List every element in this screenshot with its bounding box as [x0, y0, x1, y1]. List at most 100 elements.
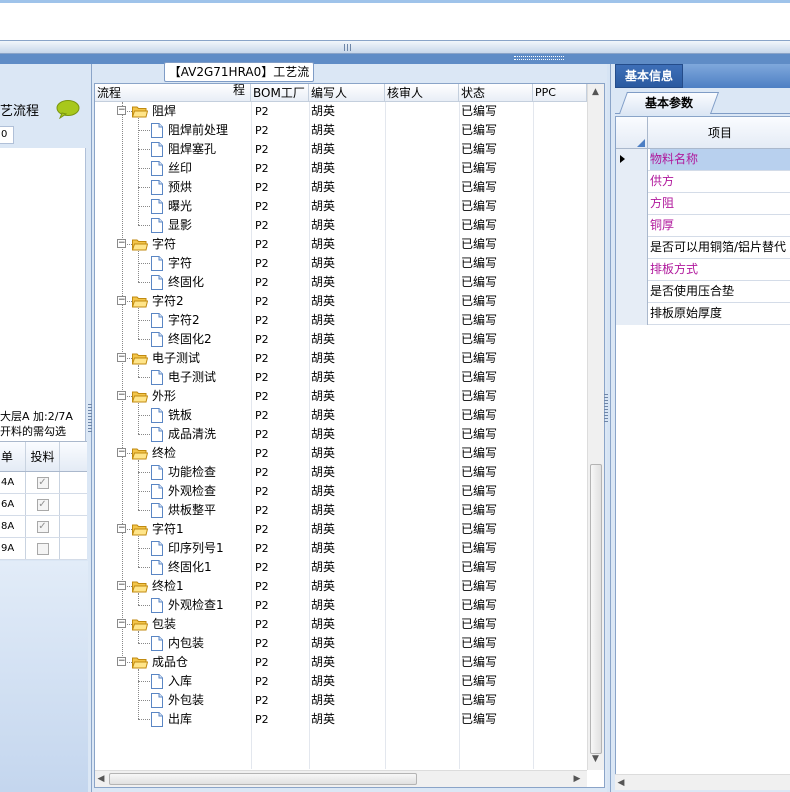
feed-row[interactable]: 9A	[0, 538, 87, 560]
collapse-icon[interactable]: −	[117, 239, 126, 248]
feed-row[interactable]: 4A ✓	[0, 472, 87, 494]
collapse-icon[interactable]: −	[117, 524, 126, 533]
row-header[interactable]	[616, 303, 648, 325]
col-header-flow[interactable]: 流程	[95, 84, 251, 102]
tree-group-row[interactable]: − 字符2 P2 胡英 已编写	[95, 292, 587, 311]
splitter-grip-icon[interactable]	[344, 44, 352, 51]
param-row[interactable]: 方阻	[616, 193, 790, 215]
row-header[interactable]	[616, 149, 648, 171]
collapse-icon[interactable]: −	[117, 296, 126, 305]
checked-checkbox[interactable]: ✓	[36, 477, 49, 489]
tree-horizontal-scrollbar[interactable]: ◀ ▶	[95, 770, 587, 787]
param-row[interactable]: 物料名称	[616, 149, 790, 171]
process-flow-tab[interactable]: 【AV2G71HRA0】工艺流程	[164, 62, 314, 97]
tree-item-row[interactable]: 预烘 P2 胡英 已编写	[95, 178, 587, 197]
scroll-right-icon[interactable]: ▶	[571, 774, 583, 784]
scroll-down-icon[interactable]: ▼	[588, 754, 603, 764]
collapse-icon[interactable]: −	[117, 353, 126, 362]
row-header[interactable]	[616, 193, 648, 215]
tab-basic-params[interactable]: 基本参数	[618, 92, 720, 114]
param-row[interactable]: 排板原始厚度	[616, 303, 790, 325]
col-header-writer[interactable]: 编写人	[309, 84, 385, 102]
tree-item-row[interactable]: 出库 P2 胡英 已编写	[95, 710, 587, 729]
param-row[interactable]: 是否可以用铜箔/铝片替代	[616, 237, 790, 259]
grid-corner[interactable]	[616, 117, 648, 149]
collapse-icon[interactable]: −	[117, 106, 126, 115]
param-row[interactable]: 铜厚	[616, 215, 790, 237]
tree-item-row[interactable]: 铣板 P2 胡英 已编写	[95, 406, 587, 425]
vertical-scroll-thumb[interactable]	[590, 464, 602, 754]
param-row[interactable]: 是否使用压合垫	[616, 281, 790, 303]
checked-checkbox[interactable]: ✓	[36, 521, 49, 533]
bom-cell: P2	[255, 694, 269, 707]
scroll-up-icon[interactable]: ▲	[588, 87, 603, 97]
checked-checkbox[interactable]: ✓	[36, 499, 49, 511]
tree-group-row[interactable]: − 字符1 P2 胡英 已编写	[95, 520, 587, 539]
tree-group-row[interactable]: − 外形 P2 胡英 已编写	[95, 387, 587, 406]
tree-group-row[interactable]: − 终检 P2 胡英 已编写	[95, 444, 587, 463]
tree-group-row[interactable]: − 电子测试 P2 胡英 已编写	[95, 349, 587, 368]
tree-group-row[interactable]: − 字符 P2 胡英 已编写	[95, 235, 587, 254]
horizontal-splitter[interactable]	[0, 40, 790, 54]
tree-item-row[interactable]: 字符2 P2 胡英 已编写	[95, 311, 587, 330]
tree-item-row[interactable]: 入库 P2 胡英 已编写	[95, 672, 587, 691]
tab-basic-info[interactable]: 基本信息	[615, 64, 683, 88]
tree-item-row[interactable]: 功能检查 P2 胡英 已编写	[95, 463, 587, 482]
row-header[interactable]	[616, 215, 648, 237]
tree-item-row[interactable]: 终固化2 P2 胡英 已编写	[95, 330, 587, 349]
tree-item-row[interactable]: 终固化1 P2 胡英 已编写	[95, 558, 587, 577]
col-header-item[interactable]: 项目	[648, 117, 790, 149]
tree-item-row[interactable]: 成品清洗 P2 胡英 已编写	[95, 425, 587, 444]
right-splitter-grip-icon[interactable]	[604, 394, 608, 424]
feed-row[interactable]: 6A ✓	[0, 494, 87, 516]
tree-item-row[interactable]: 电子测试 P2 胡英 已编写	[95, 368, 587, 387]
collapse-icon[interactable]: −	[117, 657, 126, 666]
col-header-order[interactable]: 单	[0, 442, 26, 471]
collapse-icon[interactable]: −	[117, 581, 126, 590]
tree-item-row[interactable]: 字符 P2 胡英 已编写	[95, 254, 587, 273]
col-header-ppc[interactable]: PPC	[533, 84, 587, 102]
tree-item-row[interactable]: 外包装 P2 胡英 已编写	[95, 691, 587, 710]
tree-item-row[interactable]: 显影 P2 胡英 已编写	[95, 216, 587, 235]
col-header-reviewer[interactable]: 核审人	[385, 84, 459, 102]
row-header[interactable]	[616, 281, 648, 303]
tree-item-label: 终固化2	[168, 332, 212, 346]
tree-item-row[interactable]: 内包装 P2 胡英 已编写	[95, 634, 587, 653]
tree-item-row[interactable]: 外观检查 P2 胡英 已编写	[95, 482, 587, 501]
chat-bubble-icon[interactable]	[55, 99, 81, 119]
params-horizontal-scrollbar[interactable]: ◀	[615, 774, 790, 790]
tree-item-row[interactable]: 曝光 P2 胡英 已编写	[95, 197, 587, 216]
horizontal-scroll-thumb[interactable]	[109, 773, 417, 785]
scroll-left-icon[interactable]: ◀	[95, 774, 107, 784]
params-scroll-left-icon[interactable]: ◀	[615, 778, 627, 788]
collapse-grip-icon[interactable]	[514, 56, 564, 60]
row-header[interactable]	[616, 259, 648, 281]
tree-item-row[interactable]: 烘板整平 P2 胡英 已编写	[95, 501, 587, 520]
tree-group-row[interactable]: − 阻焊 P2 胡英 已编写	[95, 102, 587, 121]
col-header-status[interactable]: 状态	[459, 84, 533, 102]
tree-vertical-scrollbar[interactable]: ▲ ▼	[587, 84, 604, 770]
collapse-icon[interactable]: −	[117, 448, 126, 457]
left-input-field[interactable]: 0	[0, 126, 14, 144]
col-header-feed[interactable]: 投料	[26, 442, 60, 471]
tree-group-row[interactable]: − 终检1 P2 胡英 已编写	[95, 577, 587, 596]
row-header[interactable]	[616, 237, 648, 259]
tree-item-label: 外观检查1	[168, 598, 224, 612]
tree-item-row[interactable]: 终固化 P2 胡英 已编写	[95, 273, 587, 292]
col-header-bom[interactable]: BOM工厂	[251, 84, 309, 102]
tree-item-row[interactable]: 丝印 P2 胡英 已编写	[95, 159, 587, 178]
tree-item-row[interactable]: 印序列号1 P2 胡英 已编写	[95, 539, 587, 558]
tree-item-row[interactable]: 阻焊前处理 P2 胡英 已编写	[95, 121, 587, 140]
info-subtab-strip: 基本参数	[615, 90, 790, 114]
collapse-icon[interactable]: −	[117, 619, 126, 628]
param-row[interactable]: 供方	[616, 171, 790, 193]
tree-group-row[interactable]: − 包装 P2 胡英 已编写	[95, 615, 587, 634]
tree-group-row[interactable]: − 成品仓 P2 胡英 已编写	[95, 653, 587, 672]
collapse-icon[interactable]: −	[117, 391, 126, 400]
tree-item-row[interactable]: 阻焊塞孔 P2 胡英 已编写	[95, 140, 587, 159]
row-header[interactable]	[616, 171, 648, 193]
unchecked-checkbox[interactable]	[36, 543, 49, 555]
feed-row[interactable]: 8A ✓	[0, 516, 87, 538]
param-row[interactable]: 排板方式	[616, 259, 790, 281]
tree-item-row[interactable]: 外观检查1 P2 胡英 已编写	[95, 596, 587, 615]
